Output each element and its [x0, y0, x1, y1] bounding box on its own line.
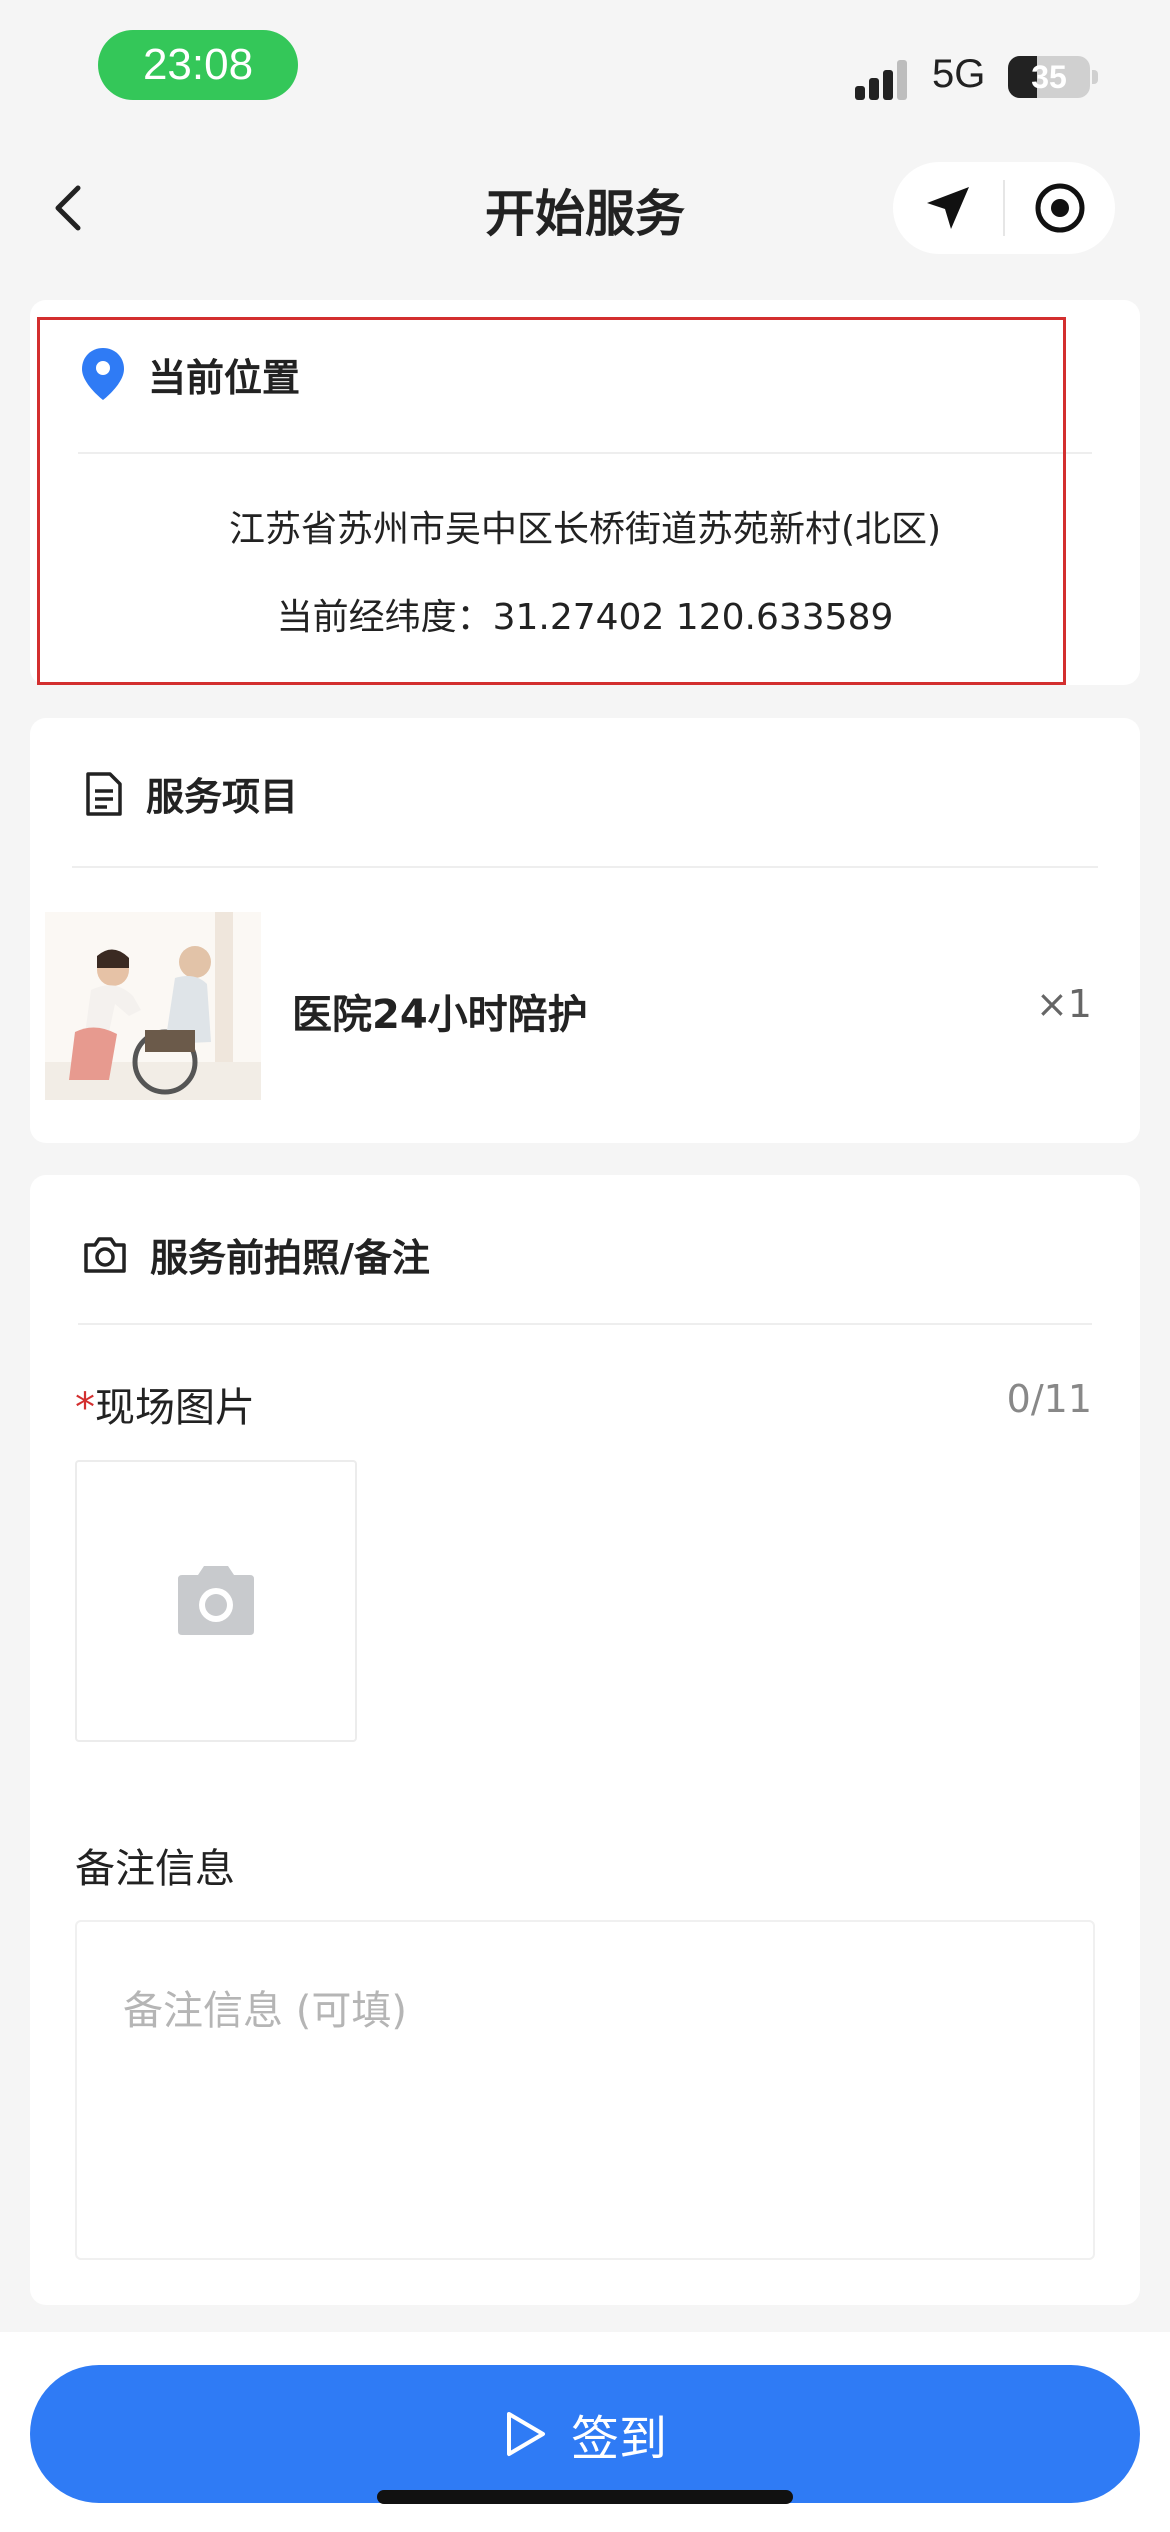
location-header: 当前位置 — [80, 346, 300, 402]
network-type: 5G — [932, 52, 986, 96]
scene-photo-label: *现场图片 — [75, 1375, 255, 1433]
remark-label: 备注信息 — [75, 1846, 235, 1892]
signin-button[interactable]: 签到 — [30, 2365, 1140, 2503]
remark-textarea[interactable]: 备注信息 (可填) — [75, 1920, 1095, 2260]
current-coordinates: 当前经纬度：31.27402 120.633589 — [276, 597, 894, 638]
required-mark: * — [75, 1385, 95, 1431]
mini-program-capsule — [893, 162, 1115, 254]
battery-icon: 35 — [1008, 56, 1090, 98]
document-icon — [86, 771, 122, 816]
service-title: 服务项目 — [146, 775, 299, 819]
photo-upload-button[interactable] — [75, 1460, 357, 1742]
camera-outline-icon — [84, 1236, 126, 1273]
location-arrow-button[interactable] — [893, 162, 1003, 254]
signin-label: 签到 — [570, 2411, 667, 2467]
service-thumbnail — [45, 912, 261, 1100]
service-item-name: 医院24小时陪护 — [292, 992, 588, 1038]
location-divider — [78, 452, 1092, 454]
current-address: 江苏省苏州市吴中区长桥街道苏苑新村(北区) — [228, 509, 942, 550]
battery-level: 35 — [1031, 58, 1067, 95]
camera-icon — [178, 1566, 254, 1635]
battery-tip — [1092, 70, 1098, 84]
pre-service-title: 服务前拍照/备注 — [150, 1236, 430, 1280]
cellular-signal-icon — [855, 60, 915, 100]
scene-photo-text: 现场图片 — [95, 1385, 255, 1431]
service-header: 服务项目 — [84, 766, 298, 821]
home-indicator — [377, 2490, 793, 2504]
pre-service-divider — [78, 1323, 1092, 1325]
nav-bar: 开始服务 — [0, 140, 1170, 280]
play-outline-icon — [506, 2412, 545, 2456]
pre-service-header: 服务前拍照/备注 — [82, 1227, 430, 1282]
photo-count: 0/11 — [1006, 1377, 1092, 1421]
close-target-button[interactable] — [1005, 162, 1115, 254]
location-pin-icon — [82, 348, 124, 400]
location-title: 当前位置 — [148, 355, 301, 400]
status-time: 23:08 — [98, 30, 298, 100]
remark-placeholder: 备注信息 (可填) — [123, 1988, 407, 2034]
service-item-quantity: ×1 — [1035, 982, 1092, 1026]
status-bar: 23:08 5G 35 — [0, 0, 1170, 140]
location-card: 当前位置 江苏省苏州市吴中区长桥街道苏苑新村(北区) 当前经纬度：31.2740… — [30, 300, 1140, 685]
navigation-arrow-icon — [927, 187, 969, 229]
target-circle-icon — [1035, 183, 1085, 233]
service-divider — [72, 866, 1098, 868]
